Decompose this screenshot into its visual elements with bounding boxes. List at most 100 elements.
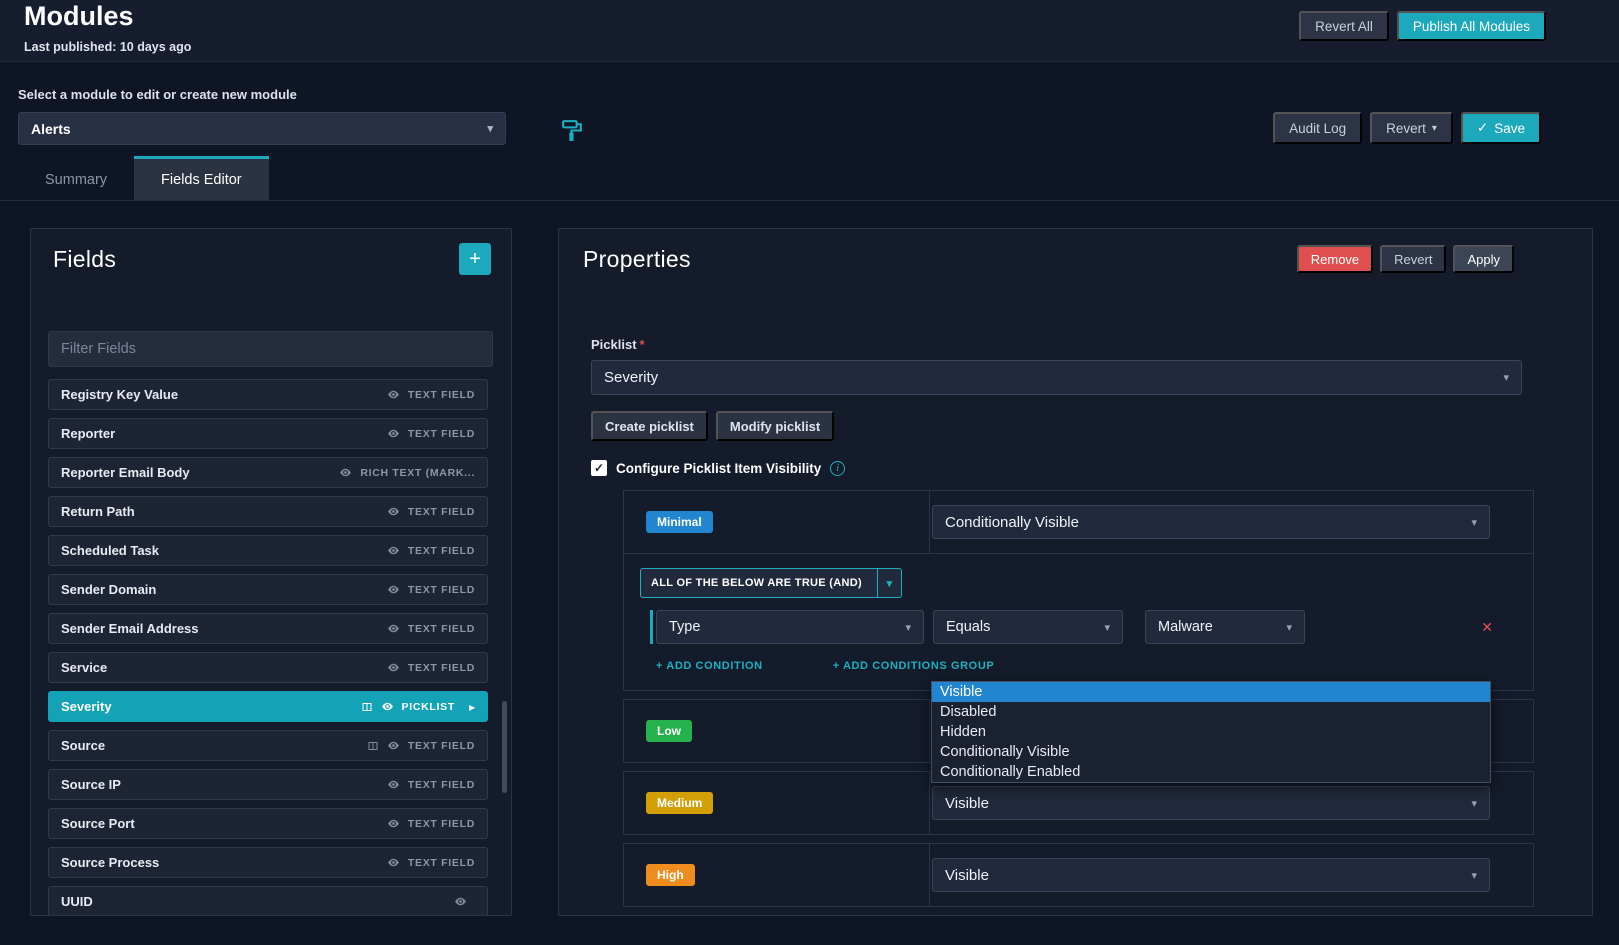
- condition-operator-select[interactable]: Equals ▾: [933, 610, 1123, 644]
- chevron-down-icon: ▾: [897, 621, 911, 634]
- paint-roller-icon[interactable]: [560, 118, 585, 148]
- info-icon[interactable]: i: [830, 461, 845, 476]
- tab-summary[interactable]: Summary: [18, 156, 134, 201]
- visibility-select-minimal[interactable]: Conditionally Visible ▾: [932, 505, 1490, 539]
- field-row[interactable]: Reporter Email Body RICH TEXT (MARK...: [48, 457, 488, 488]
- eye-icon: [387, 622, 400, 635]
- field-name: Registry Key Value: [61, 387, 178, 402]
- condition-links: + ADD CONDITION + ADD CONDITIONS GROUP: [656, 660, 1533, 672]
- add-condition-link[interactable]: + ADD CONDITION: [656, 660, 763, 672]
- field-name: UUID: [61, 894, 93, 909]
- picklist-label-text: Picklist: [591, 337, 637, 352]
- save-button[interactable]: ✓ Save: [1461, 112, 1541, 144]
- chevron-down-icon: ▾: [877, 569, 901, 597]
- field-row[interactable]: Source TEXT FIELD: [48, 730, 488, 761]
- visibility-select-medium[interactable]: Visible ▾: [932, 786, 1490, 820]
- field-name: Service: [61, 660, 107, 675]
- eye-icon: [387, 856, 400, 869]
- field-name: Scheduled Task: [61, 543, 159, 558]
- eye-icon: [387, 661, 400, 674]
- field-row[interactable]: Service TEXT FIELD: [48, 652, 488, 683]
- picklist-select[interactable]: Severity ▾: [591, 360, 1522, 395]
- condition-field-select[interactable]: Type ▾: [656, 610, 924, 644]
- eye-icon: [387, 505, 400, 518]
- chevron-down-icon: ▾: [1463, 516, 1477, 529]
- field-name: Source Process: [61, 855, 159, 870]
- picklist-item-cell: Low: [624, 700, 930, 762]
- apply-button[interactable]: Apply: [1453, 245, 1514, 273]
- configure-visibility-label: Configure Picklist Item Visibility: [616, 461, 821, 476]
- add-field-button[interactable]: +: [459, 243, 491, 275]
- field-type: TEXT FIELD: [408, 623, 475, 635]
- module-select-label: Select a module to edit or create new mo…: [18, 87, 297, 102]
- visibility-select-value: Conditionally Visible: [945, 514, 1079, 531]
- top-header: Modules Last published: 10 days ago Reve…: [0, 0, 1619, 62]
- remove-button[interactable]: Remove: [1297, 245, 1373, 273]
- module-select[interactable]: Alerts ▾: [18, 112, 506, 145]
- publish-all-modules-button[interactable]: Publish All Modules: [1397, 11, 1546, 41]
- chevron-down-icon: ▾: [1463, 797, 1477, 810]
- field-row[interactable]: Source Process TEXT FIELD: [48, 847, 488, 878]
- filter-fields-input[interactable]: [48, 331, 493, 367]
- field-row[interactable]: UUID: [48, 886, 488, 916]
- modify-picklist-button[interactable]: Modify picklist: [716, 411, 834, 441]
- fields-panel: Fields + Registry Key Value TEXT FIELD R…: [30, 228, 512, 916]
- add-conditions-group-link[interactable]: + ADD CONDITIONS GROUP: [833, 660, 995, 672]
- create-picklist-button[interactable]: Create picklist: [591, 411, 708, 441]
- chevron-down-icon: ▾: [1495, 371, 1509, 384]
- required-asterisk: *: [640, 337, 645, 352]
- eye-icon: [387, 544, 400, 557]
- field-name: Return Path: [61, 504, 135, 519]
- field-type: TEXT FIELD: [408, 779, 475, 791]
- properties-actions: Remove Revert Apply: [1297, 245, 1514, 273]
- header-actions: Revert All Publish All Modules: [1299, 11, 1546, 41]
- revert-dropdown-button[interactable]: Revert ▾: [1370, 112, 1453, 144]
- field-row[interactable]: Scheduled Task TEXT FIELD: [48, 535, 488, 566]
- field-row[interactable]: Sender Email Address TEXT FIELD: [48, 613, 488, 644]
- revert-label: Revert: [1386, 121, 1426, 136]
- condition-group-value: ALL OF THE BELOW ARE TRUE (AND): [641, 577, 872, 589]
- visibility-select-high[interactable]: Visible ▾: [932, 858, 1490, 892]
- field-name: Sender Domain: [61, 582, 156, 597]
- audit-log-button[interactable]: Audit Log: [1273, 112, 1362, 144]
- field-row[interactable]: Severity PICKLIST ▸: [48, 691, 488, 722]
- field-row[interactable]: Return Path TEXT FIELD: [48, 496, 488, 527]
- configure-visibility-row: ✓ Configure Picklist Item Visibility i: [591, 460, 845, 476]
- chevron-down-icon: ▾: [1278, 621, 1292, 634]
- visibility-dropdown-menu: VisibleDisabledHiddenConditionally Visib…: [931, 681, 1491, 783]
- remove-condition-icon[interactable]: ✕: [1481, 619, 1493, 636]
- field-row[interactable]: Source IP TEXT FIELD: [48, 769, 488, 800]
- field-row[interactable]: Sender Domain TEXT FIELD: [48, 574, 488, 605]
- field-row[interactable]: Reporter TEXT FIELD: [48, 418, 488, 449]
- revert-button[interactable]: Revert: [1380, 245, 1446, 273]
- condition-value-value: Malware: [1158, 619, 1213, 635]
- scrollbar-thumb[interactable]: [502, 701, 507, 793]
- tabs-divider: [0, 200, 1619, 201]
- field-type: TEXT FIELD: [408, 389, 475, 401]
- dropdown-option[interactable]: Conditionally Enabled: [932, 762, 1490, 782]
- picklist-item-cell: Minimal: [624, 491, 930, 553]
- dropdown-option[interactable]: Disabled: [932, 702, 1490, 722]
- field-row[interactable]: Registry Key Value TEXT FIELD: [48, 379, 488, 410]
- condition-value-select[interactable]: Malware ▾: [1145, 610, 1305, 644]
- revert-all-button[interactable]: Revert All: [1299, 11, 1389, 41]
- visibility-select-cell: Visible ▾: [930, 858, 1533, 892]
- field-type: TEXT FIELD: [408, 584, 475, 596]
- fields-list: Registry Key Value TEXT FIELD Reporter T…: [48, 379, 488, 916]
- configure-visibility-checkbox[interactable]: ✓: [591, 460, 607, 476]
- dropdown-option[interactable]: Conditionally Visible: [932, 742, 1490, 762]
- dropdown-option[interactable]: Visible: [932, 682, 1490, 702]
- condition-group-select[interactable]: ALL OF THE BELOW ARE TRUE (AND) ▾: [640, 568, 902, 598]
- field-name: Reporter Email Body: [61, 465, 190, 480]
- field-name: Source: [61, 738, 105, 753]
- picklist-item-badge: High: [646, 864, 695, 886]
- dropdown-option[interactable]: Hidden: [932, 722, 1490, 742]
- picklist-label: Picklist*: [591, 337, 645, 352]
- visibility-select-cell: Conditionally Visible ▾: [930, 505, 1533, 539]
- field-row[interactable]: Source Port TEXT FIELD: [48, 808, 488, 839]
- picklist-item-badge: Medium: [646, 792, 713, 814]
- condition-operator-value: Equals: [946, 619, 990, 635]
- properties-panel: Properties Remove Revert Apply Picklist*…: [558, 228, 1593, 916]
- field-type: TEXT FIELD: [408, 545, 475, 557]
- tab-fields-editor[interactable]: Fields Editor: [134, 156, 269, 201]
